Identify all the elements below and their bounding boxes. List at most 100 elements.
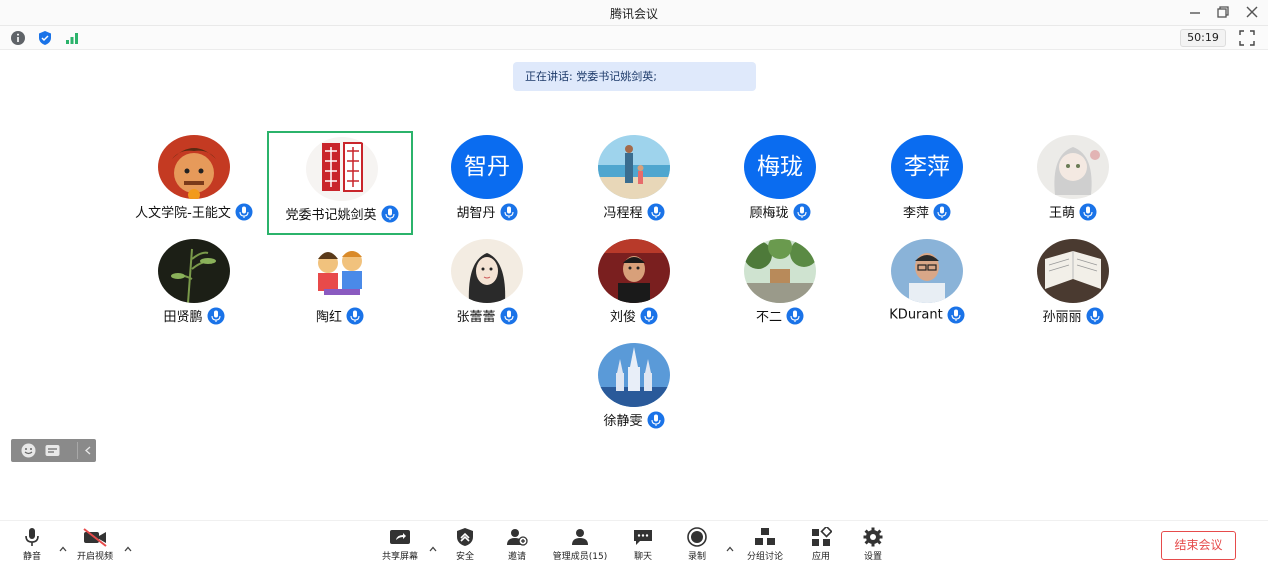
participant-name: 徐静雯 <box>603 414 643 429</box>
microphone-icon <box>786 307 804 325</box>
meeting-timer: 50:19 <box>1180 29 1226 47</box>
avatar <box>306 137 378 201</box>
participant-name: 不二 <box>755 310 782 325</box>
microphone-icon <box>500 203 518 221</box>
share-screen-button[interactable]: 共享屏幕 <box>377 527 423 562</box>
participant-name: 冯程程 <box>603 206 643 221</box>
participant-tile[interactable]: 陶红 <box>267 235 413 339</box>
participant-tile[interactable]: 徐静雯 <box>561 339 707 443</box>
participant-tile[interactable]: 梅珑 顾梅珑 <box>707 131 853 235</box>
microphone-icon <box>1086 307 1104 325</box>
microphone-icon <box>381 205 399 223</box>
settings-button[interactable]: 设置 <box>858 527 888 562</box>
chevron-up-icon <box>726 546 734 552</box>
breakout-rooms-button[interactable]: 分组讨论 <box>742 527 788 562</box>
participant-name: 孙丽丽 <box>1042 310 1082 325</box>
participant-tile[interactable]: 人文学院-王能文 <box>121 131 267 235</box>
participant-name-row: 张蕾蕾 <box>414 306 560 325</box>
participant-tile[interactable]: 李萍 李萍 <box>854 131 1000 235</box>
end-meeting-button[interactable]: 结束会议 <box>1161 531 1236 560</box>
participant-name-row: 徐静雯 <box>561 410 707 429</box>
participant-name: KDurant <box>889 307 943 323</box>
security-button[interactable]: 安全 <box>450 527 480 562</box>
avatar <box>598 343 670 407</box>
avatar <box>744 239 816 303</box>
minimize-button[interactable] <box>1186 3 1204 21</box>
shield-icon[interactable] <box>37 30 53 46</box>
participant-name-row: KDurant <box>854 306 1000 324</box>
participant-name-row: 顾梅珑 <box>707 202 853 221</box>
participant-name: 陶红 <box>315 310 342 325</box>
video-options-caret[interactable] <box>123 539 133 552</box>
microphone-icon <box>647 203 665 221</box>
participant-tile[interactable]: KDurant <box>854 235 1000 339</box>
avatar <box>158 239 230 303</box>
participant-tile[interactable]: 刘俊 <box>561 235 707 339</box>
chat-button[interactable]: 聊天 <box>628 527 658 562</box>
participant-name-row: 李萍 <box>854 202 1000 221</box>
gear-icon <box>863 527 883 547</box>
participant-tile[interactable]: 冯程程 <box>561 131 707 235</box>
participant-tile[interactable]: 王萌 <box>1000 131 1146 235</box>
shield-icon <box>457 528 473 546</box>
microphone-icon <box>25 528 39 546</box>
microphone-icon <box>1079 203 1097 221</box>
record-icon <box>687 527 707 547</box>
fullscreen-icon[interactable] <box>1239 30 1255 46</box>
invite-button[interactable]: 邀请 <box>502 527 532 562</box>
microphone-icon <box>346 307 364 325</box>
microphone-icon <box>640 307 658 325</box>
participant-name-row: 冯程程 <box>561 202 707 221</box>
participant-name-row: 党委书记姚剑英 <box>269 204 415 223</box>
close-button[interactable] <box>1243 3 1261 21</box>
avatar <box>1037 239 1109 303</box>
participant-tile[interactable]: 田贤鹏 <box>121 235 267 339</box>
participant-tile[interactable]: 不二 <box>707 235 853 339</box>
participant-tile[interactable]: 张蕾蕾 <box>414 235 560 339</box>
chevron-up-icon <box>429 546 437 552</box>
participant-name-row: 王萌 <box>1000 202 1146 221</box>
apps-button[interactable]: 应用 <box>806 527 836 562</box>
chevron-up-icon <box>124 546 132 552</box>
record-button[interactable]: 录制 <box>682 527 712 562</box>
chevron-up-icon <box>59 546 67 552</box>
restore-button[interactable] <box>1214 3 1232 21</box>
avatar: 李萍 <box>891 135 963 199</box>
participant-name: 李萍 <box>902 206 929 221</box>
reaction-bar <box>11 439 96 462</box>
start-video-button[interactable]: 开启视频 <box>72 527 118 562</box>
microphone-icon <box>793 203 811 221</box>
mute-options-caret[interactable] <box>58 539 68 552</box>
record-options-caret[interactable] <box>725 539 735 552</box>
share-options-caret[interactable] <box>428 539 438 552</box>
participant-name-row: 刘俊 <box>561 306 707 325</box>
add-user-icon <box>507 529 528 546</box>
breakout-icon <box>755 528 775 545</box>
mute-button[interactable]: 静音 <box>16 527 48 562</box>
danmaku-icon[interactable] <box>44 442 61 459</box>
emoji-icon[interactable] <box>20 442 37 459</box>
participant-name: 党委书记姚剑英 <box>285 208 377 223</box>
participant-tile[interactable]: 智丹胡智丹 <box>414 131 560 235</box>
participant-name: 刘俊 <box>609 310 636 325</box>
meeting-info-bar: 50:19 <box>0 26 1268 50</box>
info-icon[interactable] <box>10 30 26 46</box>
participant-name-row: 人文学院-王能文 <box>121 202 267 221</box>
avatar <box>304 239 376 303</box>
participant-name: 王萌 <box>1048 206 1075 221</box>
restore-icon <box>1217 6 1229 18</box>
avatar: 智丹 <box>451 135 523 199</box>
microphone-icon <box>947 306 965 324</box>
avatar <box>598 239 670 303</box>
chat-icon <box>634 530 652 545</box>
participant-name: 胡智丹 <box>456 206 496 221</box>
participant-tile[interactable]: 党委书记姚剑英 <box>267 131 413 235</box>
manage-members-button[interactable]: 管理成员(15) <box>548 527 612 562</box>
collapse-chevron-icon[interactable] <box>77 442 94 459</box>
signal-strength-icon[interactable] <box>64 30 80 46</box>
avatar <box>598 135 670 199</box>
participant-tile[interactable]: 孙丽丽 <box>1000 235 1146 339</box>
window-title: 腾讯会议 <box>609 7 658 21</box>
avatar: 梅珑 <box>744 135 816 199</box>
participant-name-row: 陶红 <box>267 306 413 325</box>
